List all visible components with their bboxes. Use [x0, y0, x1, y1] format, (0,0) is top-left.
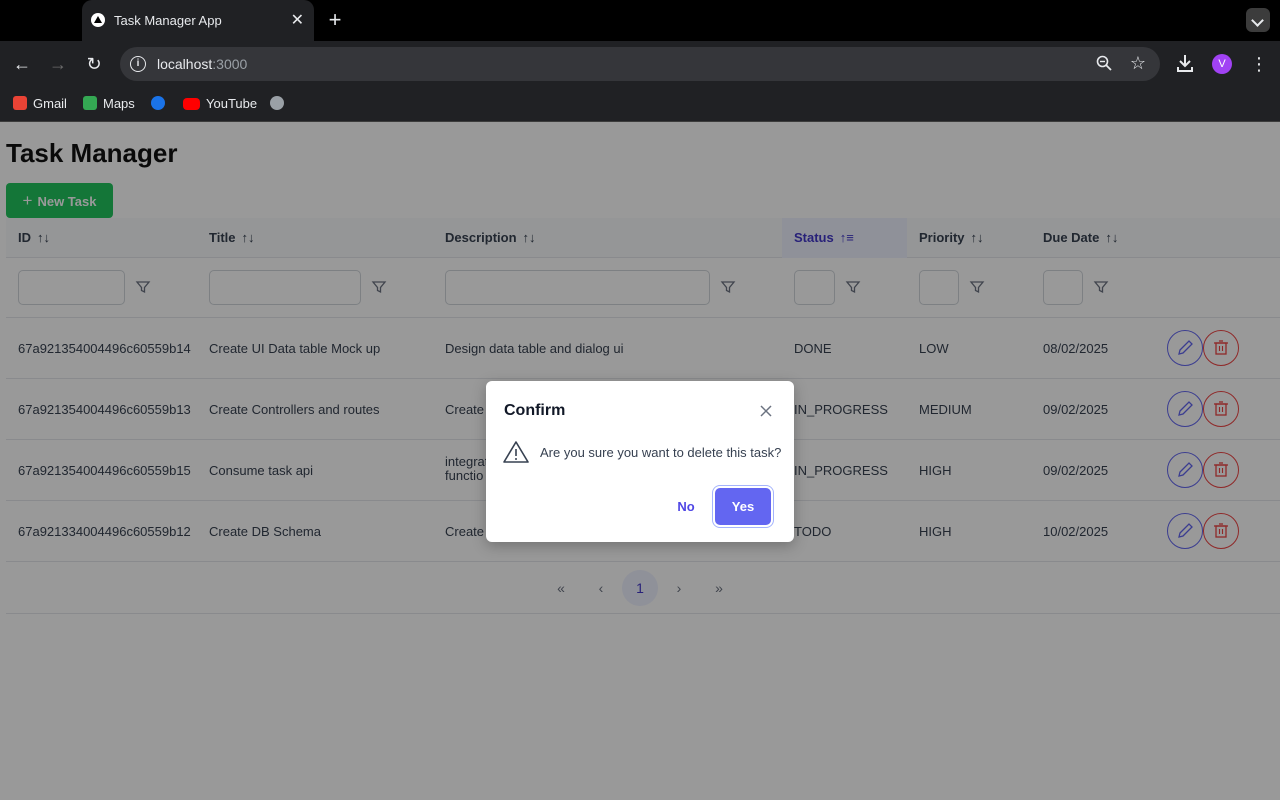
tab-search-button[interactable]: [1246, 8, 1270, 32]
no-button[interactable]: No: [668, 489, 704, 525]
download-icon[interactable]: [1176, 53, 1196, 75]
warning-icon: [503, 441, 529, 463]
confirm-dialog: Confirm Are you sure you want to delete …: [486, 381, 794, 542]
bookmark-maps[interactable]: Maps: [83, 96, 135, 111]
dialog-title: Confirm: [504, 402, 566, 419]
bookmark-globe[interactable]: [270, 96, 290, 111]
profile-avatar[interactable]: V: [1212, 54, 1232, 74]
bookmarks-bar: Gmail Maps YouTube: [0, 86, 1280, 122]
shazam-icon: [151, 96, 165, 110]
bookmark-star-icon[interactable]: ☆: [1130, 53, 1146, 74]
browser-chrome: Task Manager App ✕ + ← → ↻ i localhost:3…: [0, 0, 1280, 122]
bookmark-label: YouTube: [206, 96, 258, 111]
globe-icon: [270, 96, 284, 110]
gmail-icon: [13, 96, 27, 110]
maps-icon: [83, 96, 97, 110]
bookmark-label: Maps: [103, 96, 135, 111]
zoom-icon[interactable]: [1096, 55, 1112, 75]
url-text: localhost:3000: [157, 56, 247, 72]
favicon-icon: [91, 13, 105, 27]
browser-toolbar: ← → ↻ i localhost:3000 ☆ V ⋮: [0, 41, 1280, 86]
yes-button[interactable]: Yes: [715, 488, 771, 525]
bookmark-gmail[interactable]: Gmail: [13, 96, 67, 111]
site-info-icon[interactable]: i: [130, 56, 146, 72]
new-tab-button[interactable]: +: [325, 8, 345, 32]
tab-strip: Task Manager App ✕ +: [0, 0, 1280, 41]
bookmark-label: Gmail: [33, 96, 67, 111]
bookmark-shazam[interactable]: [151, 96, 171, 111]
url-port: :3000: [212, 56, 248, 72]
back-icon[interactable]: ←: [11, 53, 33, 75]
close-icon[interactable]: [758, 403, 774, 419]
bookmark-youtube[interactable]: YouTube: [183, 96, 257, 111]
browser-tab[interactable]: Task Manager App ✕: [82, 0, 314, 41]
tab-close-icon[interactable]: ✕: [291, 10, 304, 30]
reload-icon[interactable]: ↻: [83, 53, 105, 75]
address-bar[interactable]: i localhost:3000 ☆: [120, 47, 1160, 81]
youtube-icon: [183, 98, 200, 110]
forward-icon[interactable]: →: [47, 53, 69, 75]
dialog-message: Are you sure you want to delete this tas…: [540, 445, 782, 460]
url-host: localhost: [157, 56, 213, 72]
menu-icon[interactable]: ⋮: [1250, 53, 1268, 75]
tab-title: Task Manager App: [114, 13, 222, 28]
